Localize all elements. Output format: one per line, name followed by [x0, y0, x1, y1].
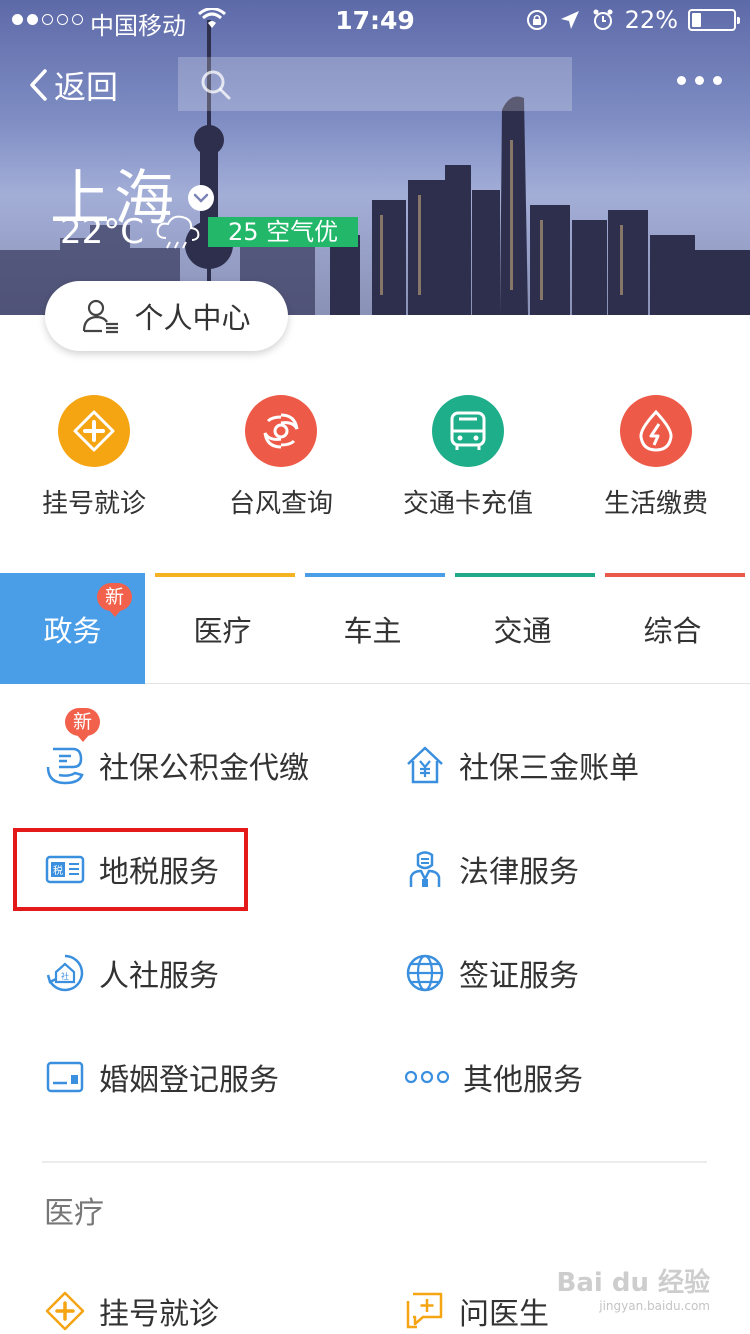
tab-label: 车主 — [343, 613, 402, 648]
service-label: 人社服务 — [99, 959, 219, 994]
service-other[interactable]: 其他服务 — [405, 1047, 583, 1107]
quick-link-icon-bg — [245, 395, 317, 467]
chat-plus-icon — [405, 1291, 445, 1331]
tab-government[interactable]: 政务 新 — [0, 573, 145, 684]
air-quality-badge: 25 空气优 — [208, 217, 359, 247]
section-divider — [42, 1161, 707, 1163]
tab-label: 医疗 — [193, 613, 252, 648]
battery-percent: 22% — [624, 6, 678, 34]
search-bar[interactable] — [178, 57, 572, 111]
tab-accent-bar — [605, 573, 745, 577]
quick-link-typhoon[interactable]: 台风查询 — [187, 395, 375, 520]
search-input[interactable] — [240, 67, 560, 101]
service-visa[interactable]: 签证服务 — [405, 943, 579, 1003]
service-human-resources[interactable]: 社 人社服务 — [45, 943, 219, 1003]
service-legal[interactable]: 法律服务 — [405, 839, 579, 899]
temperature-value: 22°C — [60, 212, 145, 252]
more-dots-icon — [405, 1057, 449, 1097]
service-label: 签证服务 — [459, 959, 579, 994]
header-banner: 中国移动 17:49 22% 返回 上海 22°C 25 空气优 — [0, 0, 750, 315]
search-icon — [201, 70, 231, 100]
bus-icon — [450, 411, 486, 450]
location-arrow-icon — [560, 11, 579, 29]
weather-info: 22°C — [60, 212, 202, 252]
quick-link-label: 生活缴费 — [603, 489, 708, 519]
certificate-icon — [45, 1057, 85, 1097]
medical-plus-icon — [45, 1291, 85, 1331]
service-ask-doctor[interactable]: 问医生 — [405, 1281, 549, 1334]
service-label: 其他服务 — [463, 1063, 583, 1098]
quick-link-icon-bg — [432, 395, 504, 467]
back-label: 返回 — [54, 68, 119, 106]
tab-label: 交通 — [493, 613, 552, 648]
watermark-main: Bai du 经验 — [556, 1268, 711, 1298]
tab-general[interactable]: 综合 — [600, 573, 745, 684]
svg-text:社: 社 — [61, 971, 69, 981]
tab-car-owner[interactable]: 车主 — [300, 573, 445, 684]
quick-link-icon-bg — [58, 395, 130, 467]
dot-icon — [695, 76, 704, 85]
quick-link-icon-bg — [620, 395, 692, 467]
tab-medical[interactable]: 医疗 — [150, 573, 295, 684]
cloud-rain-icon — [156, 215, 200, 249]
lightning-drop-icon — [639, 409, 673, 452]
medical-plus-icon — [73, 410, 115, 452]
quick-link-utilities[interactable]: 生活缴费 — [562, 395, 750, 520]
service-label: 法律服务 — [459, 855, 579, 890]
user-profile-icon — [83, 299, 119, 334]
service-social-bill[interactable]: 社保三金账单 — [405, 735, 639, 795]
service-label: 婚姻登记服务 — [99, 1063, 279, 1098]
chevron-left-icon — [30, 69, 47, 101]
category-tabs: 政务 新 医疗 车主 交通 综合 — [0, 573, 750, 684]
personal-center-label: 个人中心 — [134, 301, 251, 335]
quick-link-transit-card[interactable]: 交通卡充值 — [374, 395, 562, 520]
battery-icon — [688, 9, 740, 31]
service-social-fund-payment[interactable]: 社保公积金代缴 — [45, 735, 309, 795]
watermark-sub: jingyan.baidu.com — [599, 1299, 710, 1313]
alarm-clock-icon — [593, 9, 613, 30]
battery-level-fill — [692, 13, 701, 27]
rotation-lock-icon — [526, 10, 547, 30]
quick-link-label: 挂号就诊 — [41, 489, 146, 519]
service-medical-registration[interactable]: 挂号就诊 — [45, 1281, 219, 1334]
back-button[interactable]: 返回 — [28, 62, 118, 108]
status-bar: 中国移动 17:49 22% — [0, 0, 750, 40]
hand-coin-icon — [45, 745, 85, 785]
lawyer-icon — [405, 849, 445, 889]
tab-accent-bar — [305, 573, 445, 577]
service-label: 社保公积金代缴 — [99, 751, 309, 786]
chevron-down-icon — [188, 184, 214, 211]
typhoon-icon — [263, 413, 299, 449]
status-right-group: 22% — [525, 6, 740, 34]
dot-icon — [677, 76, 686, 85]
tab-accent-bar — [155, 573, 295, 577]
house-yen-icon — [405, 745, 445, 785]
service-label: 挂号就诊 — [99, 1297, 219, 1332]
quick-link-label: 交通卡充值 — [402, 489, 533, 519]
service-label: 问医生 — [459, 1297, 549, 1332]
navigation-bar: 返回 — [0, 52, 750, 114]
tab-label: 综合 — [643, 613, 702, 648]
globe-icon — [405, 953, 445, 993]
tab-accent-bar — [455, 573, 595, 577]
personal-center-button[interactable]: 个人中心 — [45, 281, 288, 351]
service-label: 社保三金账单 — [459, 751, 639, 786]
quick-link-registration[interactable]: 挂号就诊 — [0, 395, 188, 520]
new-badge: 新 — [65, 708, 101, 742]
service-marriage-registration[interactable]: 婚姻登记服务 — [45, 1047, 279, 1107]
highlight-box — [13, 828, 248, 911]
section-title-medical: 医疗 — [44, 1196, 104, 1231]
community-icon: 社 — [45, 953, 85, 993]
watermark-logo: Bai du 经验 jingyan.baidu.com — [557, 1262, 711, 1313]
quick-links: 挂号就诊 台风查询 交通卡充值 生活缴费 — [0, 395, 750, 525]
dot-icon — [713, 76, 722, 85]
new-badge: 新 — [97, 583, 133, 617]
tab-traffic[interactable]: 交通 — [450, 573, 595, 684]
tab-label: 政务 — [43, 613, 102, 648]
more-menu-button[interactable] — [677, 76, 722, 85]
quick-link-label: 台风查询 — [228, 489, 333, 519]
